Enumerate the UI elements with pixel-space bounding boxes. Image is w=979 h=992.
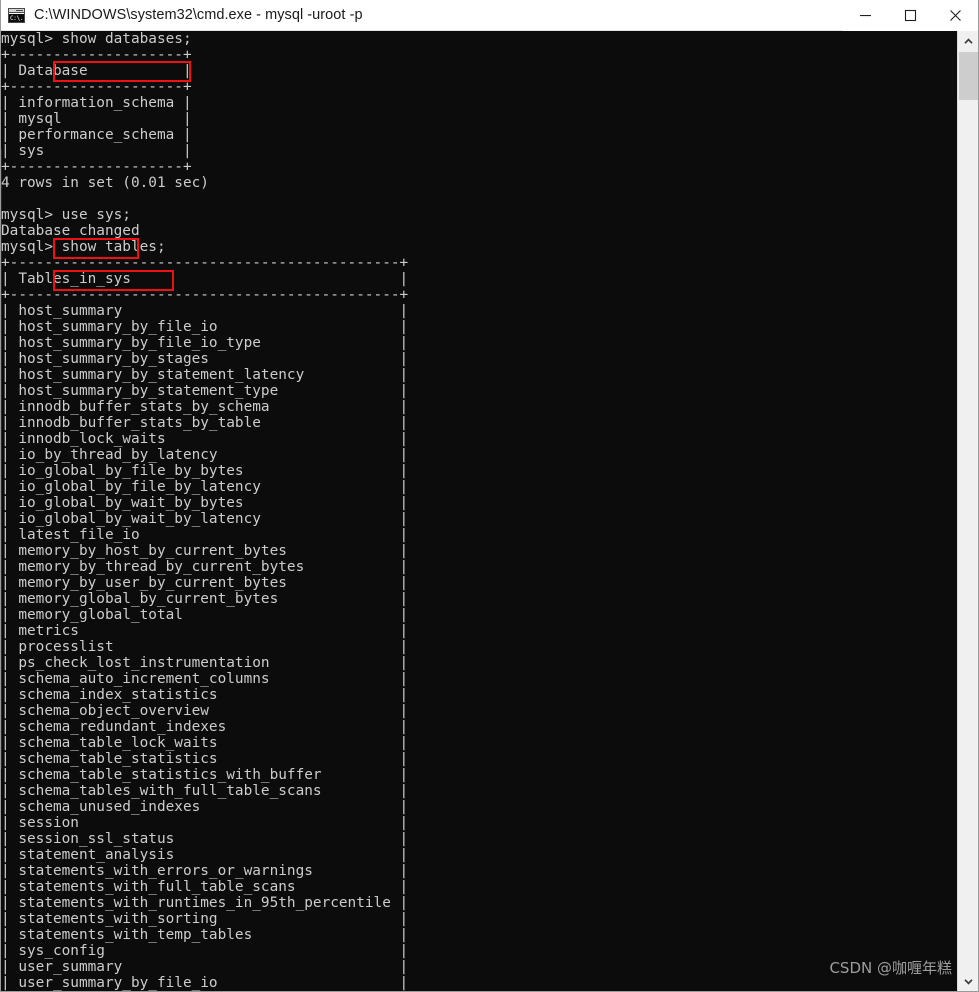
scroll-down-button[interactable] [958, 971, 978, 991]
title-bar[interactable]: C:\. C:\WINDOWS\system32\cmd.exe - mysql… [1, 0, 978, 31]
minimize-icon [860, 15, 871, 17]
chevron-down-icon [963, 978, 973, 985]
console-output: mysql> show databases; +----------------… [1, 31, 409, 991]
maximize-button[interactable] [888, 0, 933, 31]
csdn-watermark: CSDN @咖喱年糕 [829, 959, 952, 977]
window-title: C:\WINDOWS\system32\cmd.exe - mysql -uro… [34, 7, 363, 23]
cmd-app-icon: C:\. [8, 8, 25, 23]
app-icon-label: C:\. [9, 14, 24, 22]
close-button[interactable] [933, 0, 978, 31]
window-controls [843, 0, 978, 31]
app-icon-titlebar-stripe [9, 9, 24, 13]
scrollbar-thumb[interactable] [959, 52, 978, 100]
vertical-scrollbar[interactable] [957, 31, 978, 991]
minimize-button[interactable] [843, 0, 888, 31]
scroll-up-button[interactable] [958, 31, 978, 51]
terminal-content: mysql> show databases; +----------------… [1, 31, 959, 991]
cmd-window: C:\. C:\WINDOWS\system32\cmd.exe - mysql… [0, 0, 979, 992]
chevron-up-icon [963, 37, 973, 44]
maximize-icon [904, 9, 917, 22]
terminal-screen[interactable]: mysql> show databases; +----------------… [1, 31, 978, 991]
close-icon [950, 10, 961, 21]
